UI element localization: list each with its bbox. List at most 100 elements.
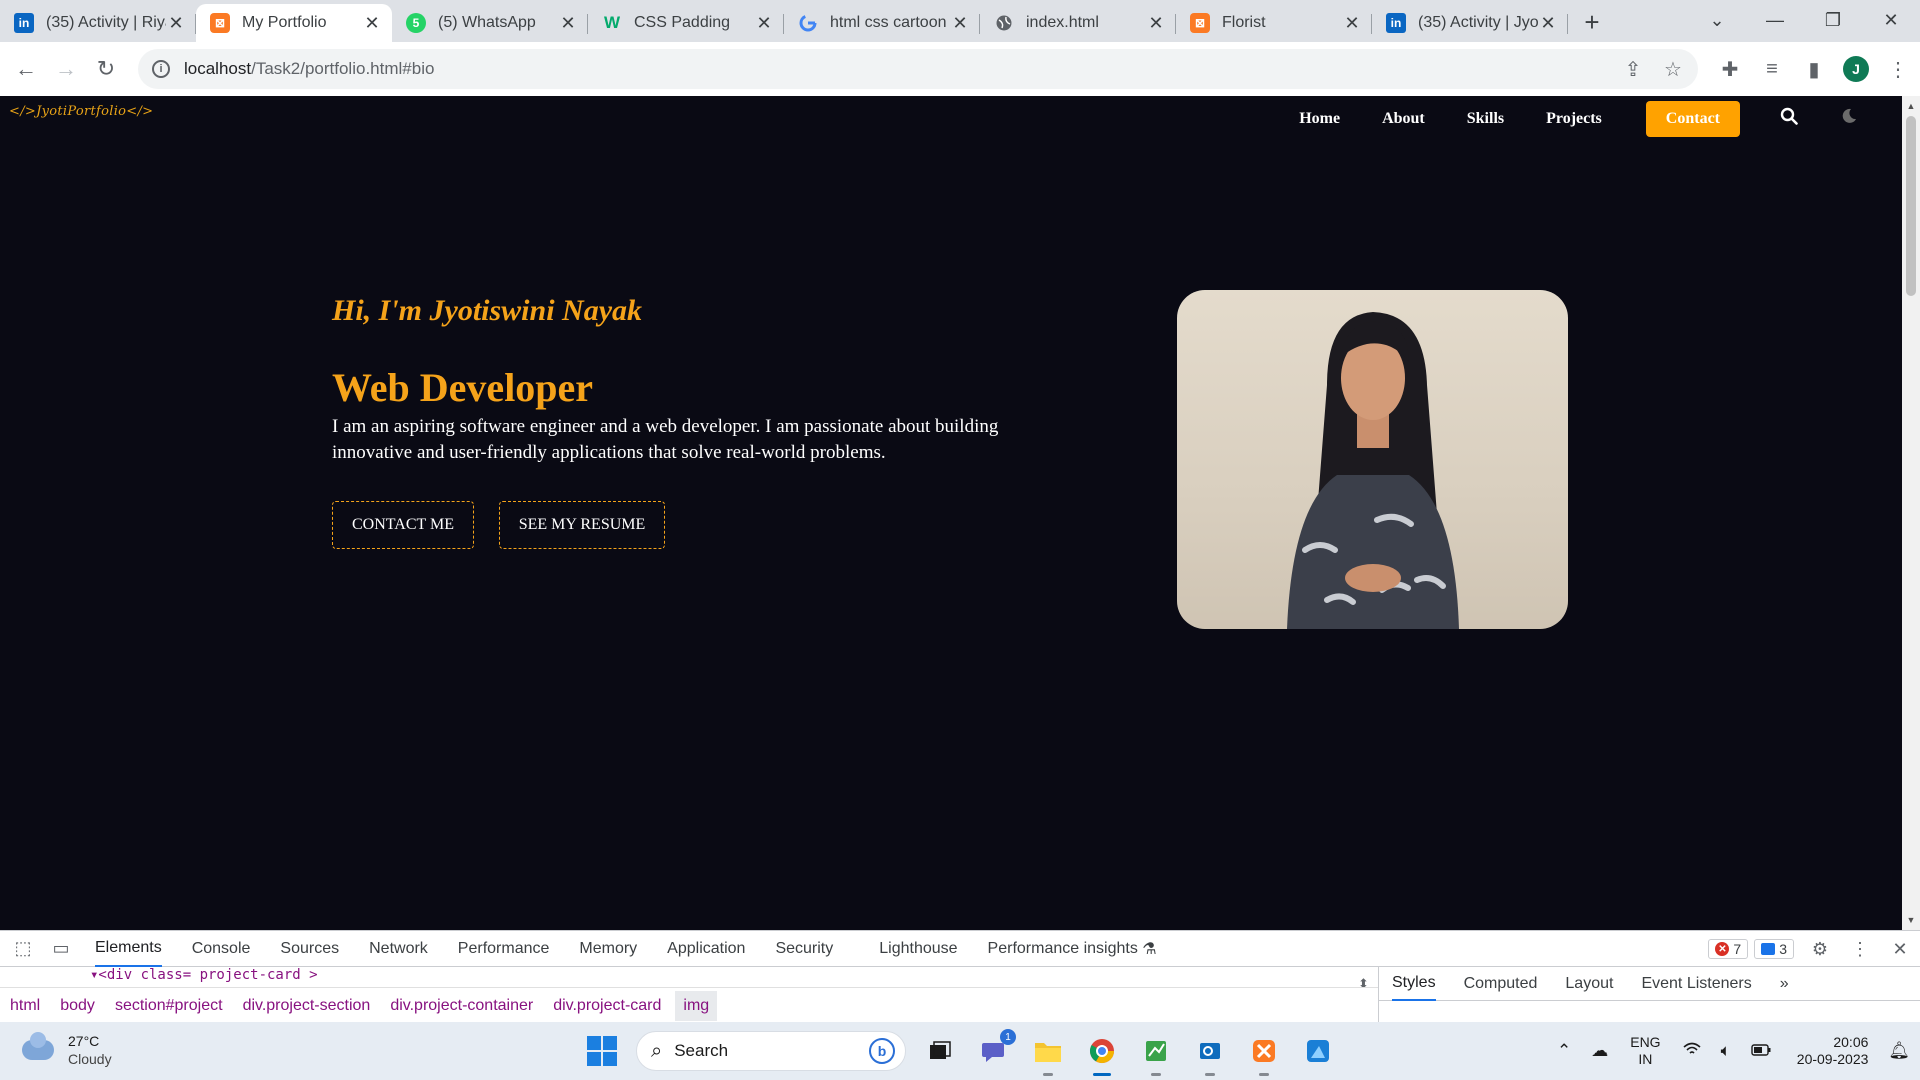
system-tray: ⌃ ☁ ENG IN 🔈︎ 20:06 20-09-2023 🔔︎ [1547,1022,1920,1080]
tab-whatsapp[interactable]: 5 (5) WhatsApp ✕ [392,4,588,42]
devtools-tab-console[interactable]: Console [192,931,251,967]
settings-gear-icon[interactable]: ⚙ [1800,939,1840,960]
error-count-badge[interactable]: ✕ 7 [1708,939,1749,959]
new-tab-button[interactable]: + [1574,4,1610,40]
close-icon[interactable]: ✕ [1342,13,1362,33]
teams-chat-icon[interactable]: 1 [974,1029,1016,1071]
breadcrumb-section[interactable]: section#project [115,997,223,1015]
see-resume-button[interactable]: SEE MY RESUME [499,501,665,549]
weather-widget[interactable]: 27°C Cloudy [22,1032,112,1068]
close-devtools-icon[interactable]: ✕ [1880,939,1920,960]
close-window-icon[interactable]: ✕ [1862,10,1920,31]
url-text[interactable]: localhost/Task2/portfolio.html#bio [184,59,434,79]
outlook-icon[interactable] [1190,1031,1230,1076]
side-panel-icon[interactable]: ▮ [1796,49,1832,89]
dom-tree-line[interactable]: ▾<div class= project-card > [90,967,318,983]
side-tab-styles[interactable]: Styles [1392,967,1436,1001]
minimize-icon[interactable]: — [1746,10,1804,31]
breadcrumb-html[interactable]: html [10,997,40,1015]
side-tab-layout[interactable]: Layout [1565,967,1613,1001]
breadcrumb-project-card[interactable]: div.project-card [553,997,661,1015]
volume-icon[interactable]: 🔈︎ [1721,1041,1731,1061]
devtools-tab-application[interactable]: Application [667,931,745,967]
file-explorer-icon[interactable] [1028,1031,1068,1076]
reload-icon[interactable]: ↻ [86,49,126,89]
devtools-tab-lighthouse[interactable]: Lighthouse [879,931,957,967]
devtools-tab-sources[interactable]: Sources [280,931,339,967]
notifications-bell-icon[interactable]: 🔔︎ [1888,1041,1910,1061]
side-tab-computed[interactable]: Computed [1464,967,1538,1001]
side-tab-event-listeners[interactable]: Event Listeners [1641,967,1751,1001]
extensions-icon[interactable]: ✚ [1712,49,1748,89]
search-icon[interactable] [1780,107,1798,131]
battery-icon[interactable] [1751,1041,1771,1061]
xampp-app-icon[interactable] [1244,1031,1284,1076]
devtools-menu-icon[interactable]: ⋮ [1840,939,1880,960]
breadcrumb-body[interactable]: body [60,997,95,1015]
sheets-app-icon[interactable] [1136,1031,1176,1076]
share-icon[interactable]: ⇪ [1616,57,1650,82]
close-icon[interactable]: ✕ [950,13,970,33]
close-icon[interactable]: ✕ [166,13,186,33]
tab-florist[interactable]: ⊠ Florist ✕ [1176,4,1372,42]
tab-index-html[interactable]: index.html ✕ [980,4,1176,42]
back-icon[interactable]: ← [6,49,46,89]
taskbar-search[interactable]: ⌕ Search b [636,1031,906,1071]
tab-linkedin-jyoti[interactable]: in (35) Activity | Jyot ✕ [1372,4,1568,42]
temperature: 27°C [68,1033,100,1049]
bing-icon[interactable]: b [869,1038,895,1064]
nav-skills[interactable]: Skills [1467,110,1504,128]
nav-contact-button[interactable]: Contact [1645,101,1740,137]
page-scrollbar[interactable]: ▲ ▼ [1902,96,1920,930]
devtools-tab-performance-insights[interactable]: Performance insights ⚗ [988,931,1157,967]
moon-icon[interactable] [1840,107,1858,131]
contact-me-button[interactable]: CONTACT ME [332,501,474,549]
site-logo[interactable]: </>JyotiPortfolio</> [9,104,153,119]
restore-icon[interactable]: ❐ [1804,10,1862,31]
tab-google-search[interactable]: html css cartoon ✕ [784,4,980,42]
bookmark-star-icon[interactable]: ☆ [1656,57,1690,82]
close-icon[interactable]: ✕ [362,13,382,33]
scroll-thumb[interactable] [1906,116,1916,296]
devtools-tab-performance[interactable]: Performance [458,931,550,967]
tab-my-portfolio[interactable]: ⊠ My Portfolio ✕ [196,4,392,42]
devtools-tab-elements[interactable]: Elements [95,931,162,967]
forward-icon[interactable]: → [46,49,86,89]
browser-menu-icon[interactable]: ⋮ [1880,49,1916,89]
media-controls-icon[interactable]: ≡ [1754,49,1790,89]
address-bar[interactable]: i localhost/Task2/portfolio.html#bio ⇪ ☆ [138,49,1698,89]
clock[interactable]: 20:06 20-09-2023 [1797,1034,1869,1068]
paint-app-icon[interactable] [1298,1031,1338,1071]
close-icon[interactable]: ✕ [558,13,578,33]
devtools-tab-memory[interactable]: Memory [579,931,637,967]
chevron-up-icon[interactable]: ⌃ [1557,1041,1571,1061]
close-icon[interactable]: ✕ [754,13,774,33]
input-language[interactable]: ENG IN [1630,1034,1660,1068]
inspect-element-icon[interactable]: ⬚ [4,938,42,959]
nav-about[interactable]: About [1382,110,1425,128]
tab-search-icon[interactable]: ⌄ [1688,10,1746,31]
site-info-icon[interactable]: i [152,60,170,78]
chrome-icon[interactable] [1082,1031,1122,1076]
breadcrumb-project-section[interactable]: div.project-section [243,997,371,1015]
devtools-tab-network[interactable]: Network [369,931,428,967]
scroll-down-icon[interactable]: ▼ [1902,912,1920,928]
breadcrumb-img[interactable]: img [675,990,718,1021]
onedrive-cloud-icon[interactable]: ☁ [1591,1041,1608,1061]
tab-css-padding[interactable]: W CSS Padding ✕ [588,4,784,42]
start-button[interactable] [582,1031,622,1071]
scroll-up-icon[interactable]: ▲ [1902,98,1920,114]
tab-linkedin-riya[interactable]: in (35) Activity | Riya ✕ [0,4,196,42]
close-icon[interactable]: ✕ [1538,13,1558,33]
profile-button[interactable]: J [1838,49,1874,89]
task-view-icon[interactable] [920,1031,960,1071]
more-tabs-icon[interactable]: » [1780,967,1789,1001]
nav-projects[interactable]: Projects [1546,110,1602,128]
wifi-icon[interactable] [1683,1041,1701,1061]
close-icon[interactable]: ✕ [1146,13,1166,33]
devtools-tab-security[interactable]: Security [775,931,833,967]
breadcrumb-project-container[interactable]: div.project-container [390,997,533,1015]
nav-home[interactable]: Home [1299,110,1340,128]
message-count-badge[interactable]: 3 [1754,939,1794,959]
device-toolbar-icon[interactable]: ▭ [42,938,80,959]
